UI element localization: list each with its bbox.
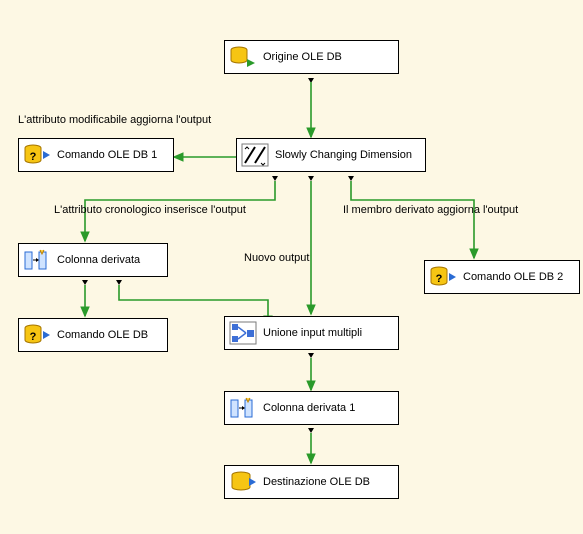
union-all-icon [229,321,257,345]
node-label: Colonna derivata 1 [263,402,355,414]
node-ole-db-destination[interactable]: Destinazione OLE DB [224,465,399,499]
database-source-icon [229,45,257,69]
node-ole-db-source[interactable]: Origine OLE DB [224,40,399,74]
node-label: Destinazione OLE DB [263,476,370,488]
node-label: Comando OLE DB 1 [57,149,157,161]
node-label: Comando OLE DB 2 [463,271,563,283]
database-question-icon: ? [23,323,51,347]
node-derived-column-1[interactable]: Colonna derivata 1 [224,391,399,425]
node-scd[interactable]: Slowly Changing Dimension [236,138,426,172]
edge-label-historical-attr: L'attributo cronologico inserisce l'outp… [54,204,246,216]
svg-text:?: ? [30,151,37,163]
node-ole-db-command[interactable]: ? Comando OLE DB [18,318,168,352]
derived-column-icon [229,396,257,420]
edge-label-inferred-member: Il membro derivato aggiorna l'output [343,204,518,216]
node-ole-db-command-1[interactable]: ? Comando OLE DB 1 [18,138,174,172]
node-label: Unione input multipli [263,327,362,339]
node-label: Slowly Changing Dimension [275,149,412,161]
scd-icon [241,143,269,167]
node-derived-column[interactable]: Colonna derivata [18,243,168,277]
node-union-all[interactable]: Unione input multipli [224,316,399,350]
edge-label-changing-attr: L'attributo modificabile aggiorna l'outp… [18,114,211,126]
derived-column-icon [23,248,51,272]
svg-text:?: ? [436,273,443,285]
node-label: Comando OLE DB [57,329,148,341]
database-question-icon: ? [23,143,51,167]
node-label: Origine OLE DB [263,51,342,63]
node-ole-db-command-2[interactable]: ? Comando OLE DB 2 [424,260,580,294]
edge-label-new-output: Nuovo output [244,252,309,264]
svg-text:?: ? [30,331,37,343]
database-question-icon: ? [429,265,457,289]
database-destination-icon [229,470,257,494]
node-label: Colonna derivata [57,254,140,266]
